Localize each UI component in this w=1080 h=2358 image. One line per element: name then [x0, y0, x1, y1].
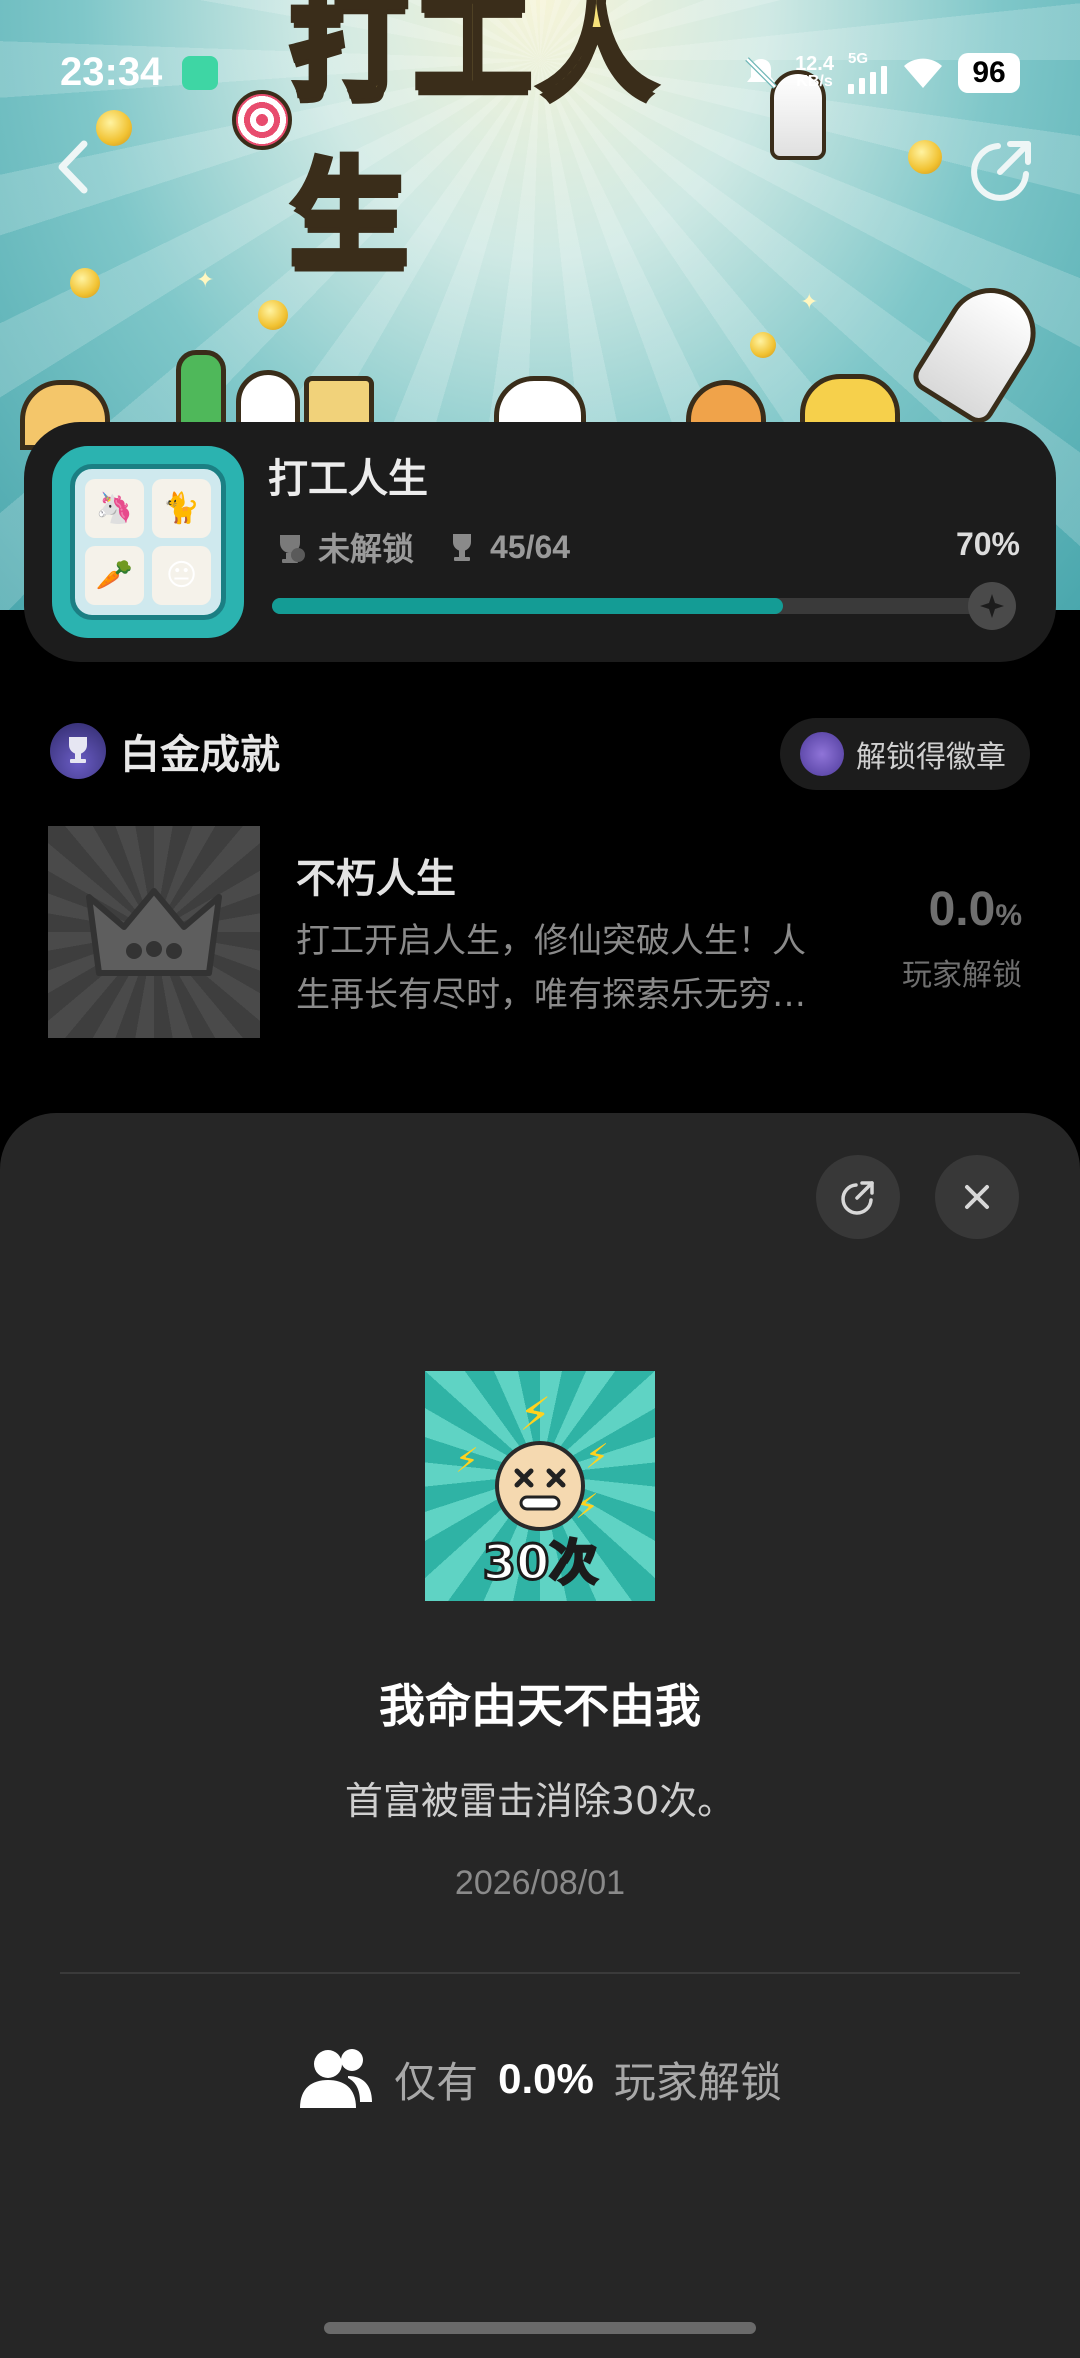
lightning-icon: ⚡ — [585, 1437, 609, 1477]
share-button[interactable] — [966, 132, 1040, 206]
back-arrow-icon — [58, 140, 88, 194]
platinum-title: 白金成就 — [120, 732, 280, 778]
app-notification-icon — [182, 56, 218, 90]
platinum-header: 白金成就 — [50, 722, 280, 780]
stat-value: 0.0% — [498, 2055, 594, 2102]
net-speed-unit: KB/s — [796, 73, 833, 90]
sparkle-icon — [980, 594, 1004, 618]
network-type: 5G — [848, 50, 869, 67]
battery-level: 96 — [958, 53, 1020, 93]
lock-trophy-icon — [280, 535, 305, 563]
unlock-badge-button[interactable]: 解锁得徽章 — [780, 718, 1030, 790]
achievement-name: 不朽人生 — [296, 856, 456, 902]
share-icon — [841, 1181, 874, 1215]
close-button[interactable] — [935, 1155, 1019, 1239]
unlock-stat: 仅有 0.0% 玩家解锁 — [0, 2046, 1080, 2112]
net-speed-value: 12.4 — [795, 53, 834, 75]
lock-status: 未解锁 — [318, 530, 415, 568]
game-progress-fill — [272, 598, 783, 614]
lightning-icon: ⚡ — [519, 1387, 552, 1441]
platinum-cup-icon — [50, 723, 106, 779]
badge-hex-icon — [800, 732, 844, 776]
game-progress-bar — [272, 598, 1002, 614]
achievement-thumbnail — [48, 826, 260, 1038]
share-icon — [971, 141, 1031, 201]
game-meta: 未解锁 45/64 — [272, 524, 570, 570]
lollipop-decoration — [232, 90, 292, 150]
achievement-percent: 0.0% — [929, 882, 1022, 937]
crown-icon — [86, 888, 222, 976]
status-time: 23:34 — [60, 50, 163, 94]
net-speed: 12.4 KB/s — [795, 53, 834, 91]
achievement-percent-value: 0.0 — [928, 883, 996, 936]
trophy-icon — [453, 534, 472, 561]
trophy-count: 45/64 — [490, 528, 571, 565]
unicorn-tile-icon: 🦄 — [85, 479, 144, 538]
game-progress-percent: 70% — [955, 526, 1020, 562]
coin-decoration — [258, 300, 288, 330]
stat-suffix: 玩家解锁 — [613, 2057, 782, 2107]
achievement-condition: 首富被雷击消除30次。 — [344, 1779, 736, 1823]
sheet-divider — [60, 1972, 1020, 1974]
achievement-medal: ⚡ ⚡ ⚡ ⚡ 30次 — [425, 1371, 655, 1601]
dizzy-face-icon — [495, 1441, 585, 1531]
cup-shape — [69, 737, 87, 763]
status-bar: 23:34 12.4 KB/s 5G 96 — [0, 50, 1080, 96]
face-tile-icon: 😐 — [152, 546, 211, 605]
close-icon — [965, 1185, 989, 1209]
users-icon — [300, 2049, 373, 2108]
platinum-achievement[interactable]: 不朽人生 打工开启人生，修仙突破人生！人生再长有尽时，唯有探索乐无穷… 0.0%… — [48, 826, 1032, 1040]
achievement-percent-unit: % — [995, 899, 1022, 932]
sparkle-icon: ✦ — [800, 290, 819, 315]
coin-decoration — [908, 140, 942, 174]
sheet-share-button[interactable] — [816, 1155, 900, 1239]
achievement-percent-label: 玩家解锁 — [902, 958, 1022, 993]
medal-text: 30次 — [481, 1534, 599, 1593]
game-icon-art: 🦄 🐈 🥕 😐 — [70, 464, 226, 620]
achievement-title: 我命由天不由我 — [379, 1679, 701, 1733]
stat-prefix: 仅有 — [394, 2057, 479, 2107]
home-indicator[interactable] — [324, 2322, 756, 2334]
wifi-icon — [904, 58, 942, 88]
achievement-date: 2026/08/01 — [454, 1864, 626, 1902]
mute-bell-icon — [745, 57, 777, 89]
signal-bars-icon — [848, 66, 887, 94]
achievement-description: 打工开启人生，修仙突破人生！人生再长有尽时，唯有探索乐无穷… — [296, 921, 806, 1015]
progress-end-marker — [968, 582, 1016, 630]
cat-tile-icon: 🐈 — [152, 479, 211, 538]
lightning-icon: ⚡ — [455, 1441, 479, 1481]
game-info-card[interactable]: 🦄 🐈 🥕 😐 打工人生 未解锁 45/64 70% — [24, 422, 1056, 662]
unlock-badge-label: 解锁得徽章 — [856, 740, 1006, 775]
back-button[interactable] — [44, 132, 104, 202]
carrot-tile-icon: 🥕 — [85, 546, 144, 605]
game-title: 打工人生 — [268, 456, 428, 502]
sparkle-icon: ✦ — [196, 268, 215, 293]
coin-decoration — [70, 268, 100, 298]
face-features — [514, 1468, 566, 1511]
cellular-signal: 5G — [848, 50, 888, 94]
game-icon: 🦄 🐈 🥕 😐 — [52, 446, 244, 638]
status-icons: 12.4 KB/s 5G 96 — [741, 50, 1020, 96]
